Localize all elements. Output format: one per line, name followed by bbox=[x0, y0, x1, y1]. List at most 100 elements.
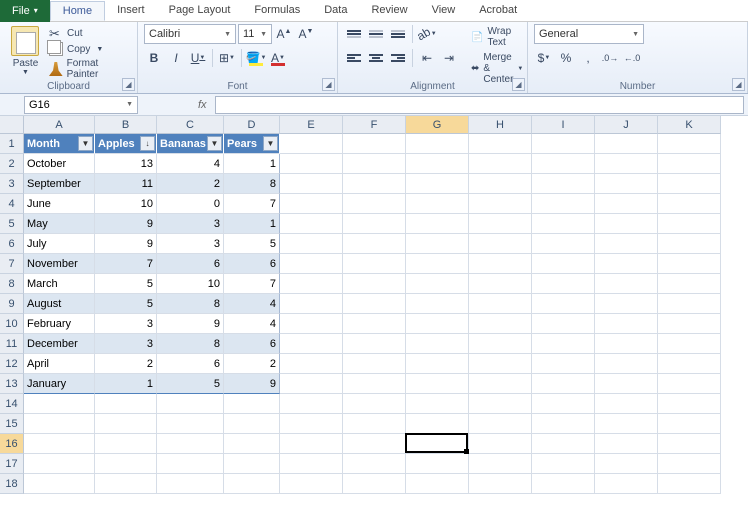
worksheet[interactable]: ABCDEFGHIJK 1Month▼Apples↓Bananas▼Pears▼… bbox=[0, 116, 748, 494]
cell-C1[interactable]: Bananas▼ bbox=[157, 134, 224, 154]
cell-D14[interactable] bbox=[224, 394, 280, 414]
cell-H11[interactable] bbox=[469, 334, 532, 354]
row-header-8[interactable]: 8 bbox=[0, 274, 24, 294]
cell-B15[interactable] bbox=[95, 414, 157, 434]
cell-C8[interactable]: 10 bbox=[157, 274, 224, 294]
cell-D18[interactable] bbox=[224, 474, 280, 494]
cell-K18[interactable] bbox=[658, 474, 721, 494]
cell-I6[interactable] bbox=[532, 234, 595, 254]
cell-C5[interactable]: 3 bbox=[157, 214, 224, 234]
cell-K5[interactable] bbox=[658, 214, 721, 234]
cell-C4[interactable]: 0 bbox=[157, 194, 224, 214]
cell-E9[interactable] bbox=[280, 294, 343, 314]
cell-B14[interactable] bbox=[95, 394, 157, 414]
cell-K11[interactable] bbox=[658, 334, 721, 354]
align-center-button[interactable] bbox=[366, 48, 386, 68]
cell-I3[interactable] bbox=[532, 174, 595, 194]
align-top-button[interactable] bbox=[344, 24, 364, 44]
row-header-12[interactable]: 12 bbox=[0, 354, 24, 374]
cell-C3[interactable]: 2 bbox=[157, 174, 224, 194]
cell-J5[interactable] bbox=[595, 214, 658, 234]
cell-C10[interactable]: 9 bbox=[157, 314, 224, 334]
cell-G2[interactable] bbox=[406, 154, 469, 174]
cell-B4[interactable]: 10 bbox=[95, 194, 157, 214]
cell-G16[interactable] bbox=[406, 434, 469, 454]
copy-button[interactable]: Copy▼ bbox=[49, 42, 131, 56]
cell-D1[interactable]: Pears▼ bbox=[224, 134, 280, 154]
cell-K14[interactable] bbox=[658, 394, 721, 414]
decrease-decimal-button[interactable]: ←.0 bbox=[622, 48, 642, 68]
cell-J16[interactable] bbox=[595, 434, 658, 454]
row-header-2[interactable]: 2 bbox=[0, 154, 24, 174]
cell-G3[interactable] bbox=[406, 174, 469, 194]
borders-button[interactable]: ⊞▼ bbox=[217, 48, 237, 68]
cell-E12[interactable] bbox=[280, 354, 343, 374]
cell-H5[interactable] bbox=[469, 214, 532, 234]
cell-B5[interactable]: 9 bbox=[95, 214, 157, 234]
cell-J4[interactable] bbox=[595, 194, 658, 214]
cell-E7[interactable] bbox=[280, 254, 343, 274]
cell-F18[interactable] bbox=[343, 474, 406, 494]
cell-E15[interactable] bbox=[280, 414, 343, 434]
increase-decimal-button[interactable]: .0→ bbox=[600, 48, 620, 68]
cell-C7[interactable]: 6 bbox=[157, 254, 224, 274]
cell-K3[interactable] bbox=[658, 174, 721, 194]
cell-C18[interactable] bbox=[157, 474, 224, 494]
cell-D16[interactable] bbox=[224, 434, 280, 454]
cell-I17[interactable] bbox=[532, 454, 595, 474]
cell-J9[interactable] bbox=[595, 294, 658, 314]
cell-J11[interactable] bbox=[595, 334, 658, 354]
cell-K8[interactable] bbox=[658, 274, 721, 294]
cell-A1[interactable]: Month▼ bbox=[24, 134, 95, 154]
cell-E18[interactable] bbox=[280, 474, 343, 494]
cell-G1[interactable] bbox=[406, 134, 469, 154]
cell-C14[interactable] bbox=[157, 394, 224, 414]
column-header-I[interactable]: I bbox=[532, 116, 595, 134]
cell-D6[interactable]: 5 bbox=[224, 234, 280, 254]
cell-A12[interactable]: April bbox=[24, 354, 95, 374]
number-format-combo[interactable]: General▼ bbox=[534, 24, 644, 44]
column-header-F[interactable]: F bbox=[343, 116, 406, 134]
cell-I10[interactable] bbox=[532, 314, 595, 334]
cell-K10[interactable] bbox=[658, 314, 721, 334]
cell-C13[interactable]: 5 bbox=[157, 374, 224, 394]
cell-A6[interactable]: July bbox=[24, 234, 95, 254]
bold-button[interactable]: B bbox=[144, 48, 164, 68]
dialog-launcher-font[interactable]: ◢ bbox=[322, 78, 335, 91]
row-header-7[interactable]: 7 bbox=[0, 254, 24, 274]
cell-H8[interactable] bbox=[469, 274, 532, 294]
cell-I12[interactable] bbox=[532, 354, 595, 374]
cell-J18[interactable] bbox=[595, 474, 658, 494]
cell-G7[interactable] bbox=[406, 254, 469, 274]
tab-formulas[interactable]: Formulas bbox=[242, 1, 312, 20]
cell-E2[interactable] bbox=[280, 154, 343, 174]
tab-insert[interactable]: Insert bbox=[105, 1, 157, 20]
cell-J1[interactable] bbox=[595, 134, 658, 154]
cell-K7[interactable] bbox=[658, 254, 721, 274]
italic-button[interactable]: I bbox=[166, 48, 186, 68]
cut-button[interactable]: ✂Cut bbox=[49, 26, 131, 40]
cell-J6[interactable] bbox=[595, 234, 658, 254]
cell-B13[interactable]: 1 bbox=[95, 374, 157, 394]
cell-B16[interactable] bbox=[95, 434, 157, 454]
cell-K15[interactable] bbox=[658, 414, 721, 434]
column-header-A[interactable]: A bbox=[24, 116, 95, 134]
cell-F15[interactable] bbox=[343, 414, 406, 434]
cell-J2[interactable] bbox=[595, 154, 658, 174]
cell-F8[interactable] bbox=[343, 274, 406, 294]
cell-B9[interactable]: 5 bbox=[95, 294, 157, 314]
font-size-combo[interactable]: 11▼ bbox=[238, 24, 272, 44]
cell-G6[interactable] bbox=[406, 234, 469, 254]
cell-D5[interactable]: 1 bbox=[224, 214, 280, 234]
row-header-5[interactable]: 5 bbox=[0, 214, 24, 234]
cell-I4[interactable] bbox=[532, 194, 595, 214]
filter-button-pears[interactable]: ▼ bbox=[263, 136, 278, 151]
cell-D15[interactable] bbox=[224, 414, 280, 434]
dialog-launcher-clipboard[interactable]: ◢ bbox=[122, 78, 135, 91]
cell-K4[interactable] bbox=[658, 194, 721, 214]
cell-D4[interactable]: 7 bbox=[224, 194, 280, 214]
cell-E6[interactable] bbox=[280, 234, 343, 254]
cell-K17[interactable] bbox=[658, 454, 721, 474]
cell-F2[interactable] bbox=[343, 154, 406, 174]
cell-H7[interactable] bbox=[469, 254, 532, 274]
